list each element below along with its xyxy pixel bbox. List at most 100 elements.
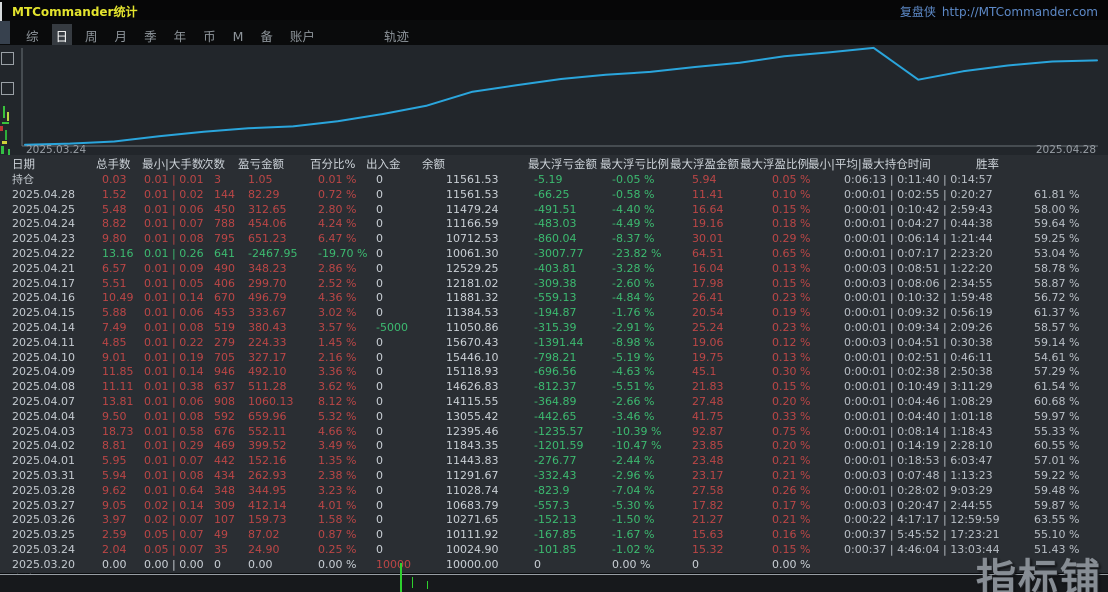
table-cell: 0.87 % — [318, 528, 357, 542]
table-cell: 56.72 % — [1034, 291, 1080, 305]
table-row[interactable]: 2025.04.21 6.57 0.01 | 0.09 490 348.23 2.86 %… — [0, 262, 1108, 277]
table-row[interactable]: 2025.04.02 8.81 0.01 | 0.29 469 399.52 3.49 %… — [0, 439, 1108, 454]
table-cell: 2025.03.25 — [12, 528, 75, 542]
table-cell: 2.59 — [102, 528, 127, 542]
table-cell: 0.00 % — [612, 557, 651, 571]
column-header: 胜率 — [976, 157, 999, 171]
table-row[interactable]: 2025.03.27 9.05 0.02 | 0.14 309 412.14 4.01 %… — [0, 499, 1108, 514]
column-header: 盈亏金额 — [238, 157, 284, 171]
table-cell: 11028.74 — [446, 483, 499, 497]
background-checkbox-icon — [1, 82, 14, 95]
table-row[interactable]: 2025.03.25 2.59 0.05 | 0.07 49 87.02 0.87 % 0 1… — [0, 528, 1108, 543]
table-cell: 35 — [214, 542, 228, 556]
table-cell: -1.76 % — [612, 306, 655, 320]
table-row[interactable]: 2025.04.11 4.85 0.01 | 0.22 279 224.33 1.45 %… — [0, 336, 1108, 351]
table-cell: 0 — [214, 557, 221, 571]
table-cell: 3.62 % — [318, 380, 357, 394]
table-row[interactable]: 2025.04.07 13.81 0.01 | 0.06 908 1060.13 8.12… — [0, 395, 1108, 410]
table-row[interactable]: 2025.04.22 13.16 0.01 | 0.26 641 -2467.95 -19… — [0, 247, 1108, 262]
menu-item-年[interactable]: 年 — [170, 24, 191, 47]
menu-item-账户[interactable]: 账户 — [286, 24, 319, 47]
table-row[interactable]: 持仓 0.03 0.01 | 0.01 3 1.05 0.01 % 0 11561.53 -5.… — [0, 173, 1108, 188]
table-cell: 0 — [376, 217, 383, 231]
table-cell: 60.55 % — [1034, 439, 1080, 453]
stray-mark — [2, 141, 7, 144]
table-cell: 0 — [376, 454, 383, 468]
menu-item-币[interactable]: 币 — [199, 24, 220, 47]
menu-item-M[interactable]: M — [229, 27, 248, 46]
table-cell: 0:00:03 | 0:08:51 | 1:22:20 — [844, 261, 993, 275]
table-cell: -315.39 — [534, 320, 577, 334]
table-cell: 0.26 % — [772, 483, 811, 497]
table-row[interactable]: 2025.03.31 5.94 0.01 | 0.08 434 262.93 2.38 %… — [0, 469, 1108, 484]
menu-item-日[interactable]: 日 — [51, 24, 73, 47]
table-row[interactable]: 2025.04.23 9.80 0.01 | 0.08 795 651.23 6.47 %… — [0, 232, 1108, 247]
table-cell: -8.37 % — [612, 232, 655, 246]
table-cell: 8.82 — [102, 217, 127, 231]
table-cell: 58.57 % — [1034, 320, 1080, 334]
table-cell: -10.39 % — [612, 424, 662, 438]
table-cell: 23.48 — [692, 454, 724, 468]
table-cell: 5.94 — [102, 468, 127, 482]
table-cell: 0.23 % — [772, 291, 811, 305]
table-row[interactable]: 2025.04.16 10.49 0.01 | 0.14 670 496.79 4.36 … — [0, 291, 1108, 306]
menu-item-月[interactable]: 月 — [111, 24, 132, 47]
table-cell: 15.32 — [692, 542, 724, 556]
table-cell: 9.50 — [102, 409, 127, 423]
table-cell: 908 — [214, 394, 235, 408]
equity-chart — [21, 46, 1098, 147]
table-cell: 13.16 — [102, 246, 134, 260]
table-cell: 454.06 — [248, 217, 287, 231]
table-cell: 16.04 — [692, 261, 724, 275]
table-cell: 11291.67 — [446, 468, 499, 482]
brand-url[interactable]: http://MTCommander.com — [942, 5, 1098, 19]
menu-item-track[interactable]: 轨迹 — [380, 24, 413, 47]
stray-mark — [2, 122, 9, 124]
table-cell: -5.51 % — [612, 380, 655, 394]
table-row[interactable]: 2025.04.17 5.51 0.01 | 0.05 406 299.70 2.52 %… — [0, 277, 1108, 292]
table-row[interactable]: 2025.04.10 9.01 0.01 | 0.19 705 327.17 2.16 %… — [0, 351, 1108, 366]
table-cell: -5.19 % — [612, 350, 655, 364]
table-cell: 59.97 % — [1034, 409, 1080, 423]
table-row[interactable]: 2025.04.28 1.52 0.01 | 0.02 144 82.29 0.72 % 0… — [0, 188, 1108, 203]
table-row[interactable]: 2025.04.25 5.48 0.01 | 0.06 450 312.65 2.80 %… — [0, 203, 1108, 218]
table-row[interactable]: 2025.04.04 9.50 0.01 | 0.08 592 659.96 5.32 %… — [0, 410, 1108, 425]
table-cell: 11443.83 — [446, 454, 499, 468]
column-header: 次数 — [202, 157, 225, 171]
table-cell: -152.13 — [534, 513, 577, 527]
table-cell: -1.02 % — [612, 542, 655, 556]
table-row[interactable]: 2025.03.26 3.97 0.02 | 0.07 107 159.73 1.58 %… — [0, 513, 1108, 528]
menu-item-综[interactable]: 综 — [22, 24, 43, 47]
table-cell: 14626.83 — [446, 380, 499, 394]
table-row[interactable]: 2025.03.28 9.62 0.01 | 0.64 348 344.95 3.23 %… — [0, 484, 1108, 499]
table-row[interactable]: 2025.04.24 8.82 0.01 | 0.07 788 454.06 4.24 %… — [0, 217, 1108, 232]
table-cell: 1.58 % — [318, 513, 357, 527]
table-cell: 434 — [214, 468, 235, 482]
table-cell: 53.04 % — [1034, 246, 1080, 260]
table-cell: 0.01 | 0.14 — [144, 365, 204, 379]
brand-name: 复盘侠 — [899, 5, 936, 19]
menu-item-季[interactable]: 季 — [140, 24, 161, 47]
table-cell: -2467.95 — [248, 246, 298, 260]
table-row[interactable]: 2025.03.20 0.00 0.00 | 0.00 0 0.00 0.00 % 1000… — [0, 558, 1108, 573]
table-cell: -3.46 % — [612, 409, 655, 423]
table-row[interactable]: 2025.04.14 7.49 0.01 | 0.08 519 380.43 3.57 %… — [0, 321, 1108, 336]
table-row[interactable]: 2025.04.09 11.85 0.01 | 0.14 946 492.10 3.36 … — [0, 365, 1108, 380]
table-row[interactable]: 2025.04.08 11.11 0.01 | 0.38 637 511.28 3.62 … — [0, 380, 1108, 395]
table-cell: 0:00:22 | 4:17:17 | 12:59:59 — [844, 513, 1000, 527]
table-cell: 0 — [376, 350, 383, 364]
table-row[interactable]: 2025.04.01 5.95 0.01 | 0.07 442 152.16 1.35 %… — [0, 454, 1108, 469]
table-row[interactable]: 2025.03.24 2.04 0.05 | 0.07 35 24.90 0.25 % 0 1… — [0, 543, 1108, 558]
table-cell: 224.33 — [248, 335, 287, 349]
table-row[interactable]: 2025.04.03 18.73 0.01 | 0.58 676 552.11 4.66 … — [0, 425, 1108, 440]
table-cell: 651.23 — [248, 232, 287, 246]
table-cell: 2025.04.16 — [12, 291, 75, 305]
table-cell: 0.65 % — [772, 246, 811, 260]
menu-item-备[interactable]: 备 — [256, 24, 277, 47]
table-cell: 2.52 % — [318, 276, 357, 290]
brand-link[interactable]: 复盘侠 http://MTCommander.com — [900, 3, 1098, 20]
menu-item-周[interactable]: 周 — [81, 24, 102, 47]
table-cell: 5.94 — [692, 173, 717, 186]
table-cell: 0.72 % — [318, 187, 357, 201]
table-row[interactable]: 2025.04.15 5.88 0.01 | 0.06 453 333.67 3.02 %… — [0, 306, 1108, 321]
